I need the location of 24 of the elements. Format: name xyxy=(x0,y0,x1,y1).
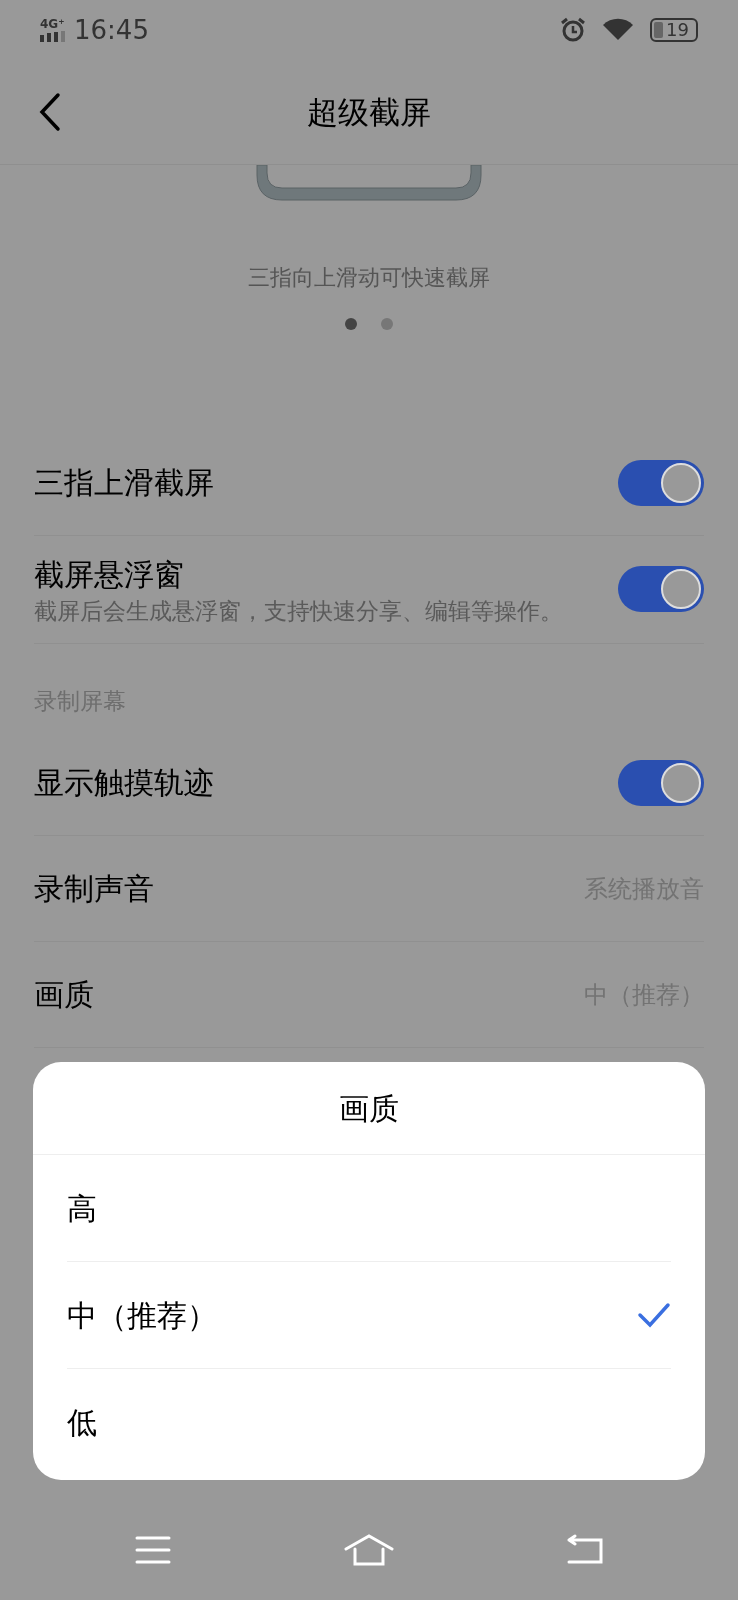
carousel-caption-text: 三指向上滑动可快速截屏 xyxy=(247,264,491,292)
menu-icon[interactable] xyxy=(134,1535,171,1565)
battery-level-text: 19 xyxy=(666,21,689,39)
back-arrow-icon[interactable] xyxy=(567,1534,604,1566)
signal-icon xyxy=(40,30,66,42)
setting-label: 录制声音 xyxy=(34,870,155,909)
setting-description: 截屏后会生成悬浮窗，支持快速分享、编辑等操作。 xyxy=(34,597,564,626)
wifi-icon xyxy=(602,18,634,42)
toggle-switch[interactable] xyxy=(618,459,704,506)
alarm-icon xyxy=(560,17,586,43)
setting-label: 画质 xyxy=(34,976,95,1015)
setting-label: 截屏悬浮窗 xyxy=(34,556,185,594)
battery-level-bar xyxy=(654,22,663,38)
setting-label: 显示触摸轨迹 xyxy=(34,764,215,803)
status-time: 16:45 xyxy=(74,13,149,47)
network-type-text: 4G⁺ xyxy=(40,18,65,30)
setting-label: 三指上滑截屏 xyxy=(34,464,215,502)
page-indicator-dot[interactable] xyxy=(345,318,357,330)
page-title: 超级截屏 xyxy=(307,92,431,132)
toggle-switch[interactable] xyxy=(618,566,704,613)
toggle-switch[interactable] xyxy=(618,759,704,806)
home-icon[interactable] xyxy=(344,1534,394,1566)
back-button[interactable] xyxy=(38,92,62,132)
page-indicator-dot[interactable] xyxy=(381,318,393,330)
